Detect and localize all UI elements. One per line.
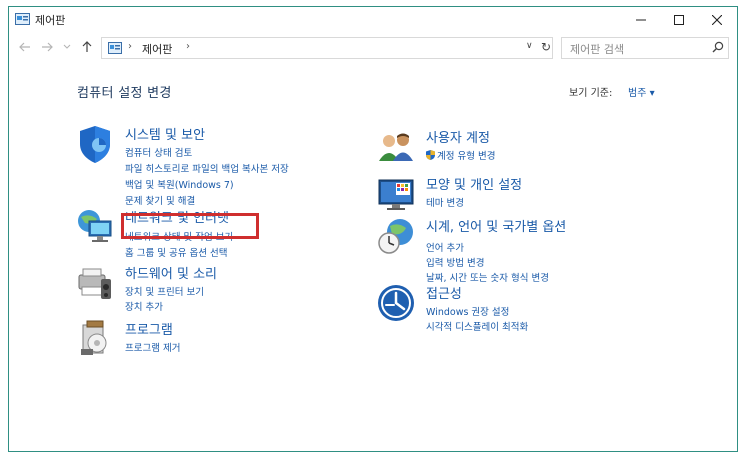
up-arrow-icon[interactable] [82,41,92,53]
category-system-security: 시스템 및 보안 컴퓨터 상태 검토 파일 히스토리로 파일의 백업 복사본 저… [75,124,335,207]
maximize-icon [674,15,684,25]
uac-shield-icon [426,150,435,160]
network-icon[interactable] [75,207,115,247]
link-check-computer-status[interactable]: 컴퓨터 상태 검토 [125,145,192,159]
category-title[interactable]: 시스템 및 보안 [125,124,205,143]
category-programs: 프로그램 프로그램 제거 [75,319,335,359]
shield-icon[interactable] [75,124,115,164]
link-uninstall-program[interactable]: 프로그램 제거 [125,340,180,354]
category-title[interactable]: 사용자 계정 [426,127,490,146]
forward-arrow-icon[interactable] [41,42,53,52]
link-add-device[interactable]: 장치 추가 [125,299,163,313]
category-title[interactable]: 접근성 [426,283,462,302]
link-change-account-type[interactable]: 계정 유형 변경 [426,148,495,162]
category-title[interactable]: 하드웨어 및 소리 [125,263,217,282]
back-arrow-icon[interactable] [19,42,31,52]
chevron-right-icon[interactable]: › [186,41,190,52]
link-troubleshoot[interactable]: 문제 찾기 및 해결 [125,193,195,207]
programs-icon[interactable] [75,319,115,359]
appearance-icon[interactable] [376,174,416,214]
link-file-history-backup[interactable]: 파일 히스토리로 파일의 백업 복사본 저장 [125,161,289,175]
search-placeholder: 제어판 검색 [570,43,625,56]
category-clock-language-region: 시계, 언어 및 국가별 옵션 언어 추가 입력 방법 변경 날짜, 시간 또는… [376,216,676,284]
close-icon [712,15,722,25]
chevron-right-icon[interactable]: › [128,41,132,52]
link-change-theme[interactable]: 테마 변경 [426,195,464,209]
category-ease-of-access: 접근성 Windows 권장 설정 시각적 디스플레이 최적화 [376,283,676,333]
recent-dropdown-icon[interactable] [63,44,71,50]
search-input[interactable]: 제어판 검색 [561,37,729,59]
refresh-icon[interactable]: ↻ [541,40,551,54]
view-by-label: 보기 기준: [569,88,613,99]
control-panel-icon [15,13,30,25]
link-change-input-method[interactable]: 입력 방법 변경 [426,255,484,269]
window-title: 제어판 [35,14,66,27]
category-title[interactable]: 시계, 언어 및 국가별 옵션 [426,216,566,235]
link-optimize-visual-display[interactable]: 시각적 디스플레이 최적화 [426,319,528,333]
users-icon[interactable] [376,127,416,167]
hardware-icon[interactable] [75,263,115,303]
link-backup-restore[interactable]: 백업 및 복원(Windows 7) [125,177,234,191]
minimize-icon [636,19,646,21]
address-bar[interactable]: › 제어판 › ∨ ↻ [101,37,553,59]
category-user-accounts: 사용자 계정 계정 유형 변경 [376,127,676,167]
clock-globe-icon[interactable] [376,216,416,256]
category-hardware-sound: 하드웨어 및 소리 장치 및 프린터 보기 장치 추가 [75,263,335,313]
control-panel-window: 제어판 › 제어판 › ∨ ↻ 제어판 검색 컴퓨터 설정 변경 보기 기준: … [8,6,738,452]
highlight-box [121,213,259,239]
search-icon[interactable] [712,41,724,53]
ease-of-access-icon[interactable] [376,283,416,323]
category-title[interactable]: 프로그램 [125,319,173,338]
navigation-bar: › 제어판 › ∨ ↻ 제어판 검색 [9,35,737,61]
minimize-button[interactable] [623,7,659,33]
link-change-date-time-format[interactable]: 날짜, 시간 또는 숫자 형식 변경 [426,270,549,284]
view-by-dropdown[interactable]: 범주 ▾ [628,84,655,99]
control-panel-icon [108,42,122,54]
page-title: 컴퓨터 설정 변경 [77,86,172,101]
link-add-language[interactable]: 언어 추가 [426,240,464,254]
link-devices-printers[interactable]: 장치 및 프린터 보기 [125,284,204,298]
link-homegroup-sharing[interactable]: 홈 그룹 및 공유 옵션 선택 [125,245,228,259]
category-title[interactable]: 모양 및 개인 설정 [426,174,522,193]
close-button[interactable] [699,7,735,33]
link-label: 계정 유형 변경 [437,151,496,162]
maximize-button[interactable] [661,7,697,33]
link-windows-recommended-settings[interactable]: Windows 권장 설정 [426,304,509,318]
title-bar: 제어판 [9,7,737,33]
category-appearance: 모양 및 개인 설정 테마 변경 [376,174,676,214]
chevron-down-icon[interactable]: ∨ [526,41,533,51]
breadcrumb-control-panel[interactable]: 제어판 [142,41,172,57]
